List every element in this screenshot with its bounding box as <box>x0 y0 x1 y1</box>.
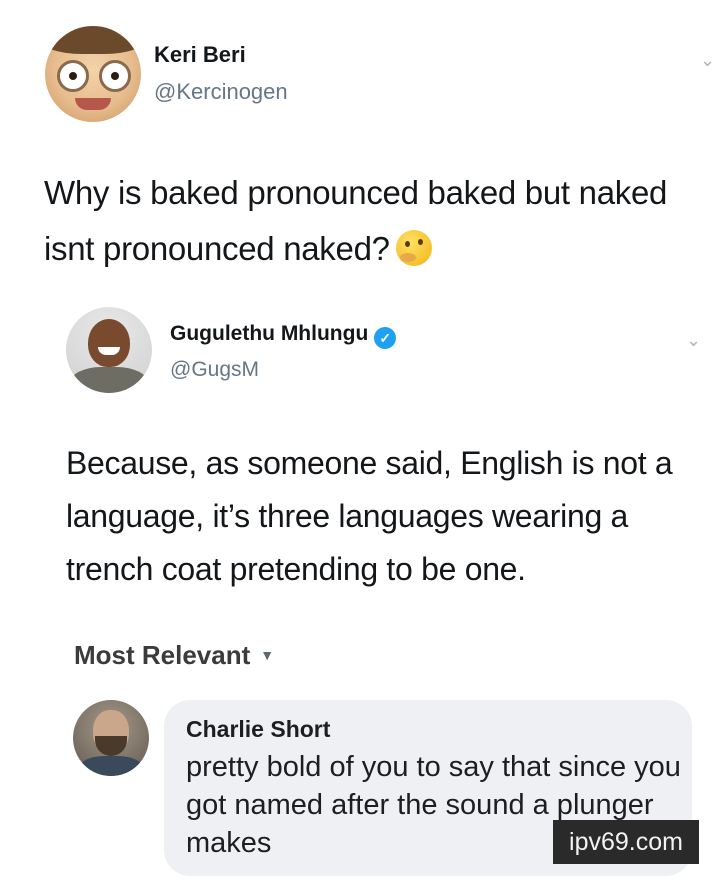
avatar-face <box>88 319 130 367</box>
comment-sort-dropdown[interactable]: Most Relevant ▼ <box>74 640 274 671</box>
avatar-gugulethu[interactable] <box>66 307 152 393</box>
comment-author-name[interactable]: Charlie Short <box>186 716 330 743</box>
tweet-menu-chevron-down-icon[interactable]: ⌄ <box>700 50 715 71</box>
reply-text: Because, as someone said, English is not… <box>66 445 673 587</box>
tweet-author-handle[interactable]: @Kercinogen <box>154 79 288 105</box>
avatar-mouth <box>75 98 111 110</box>
avatar-eye-left <box>57 60 89 92</box>
verified-badge-icon: ✓ <box>374 327 397 349</box>
avatar-keri-beri[interactable] <box>45 26 141 122</box>
avatar-shirt <box>79 756 143 776</box>
avatar-eye-right <box>99 60 131 92</box>
avatar-hair <box>45 26 141 54</box>
watermark: ipv69.com <box>553 820 699 864</box>
thinking-face-icon <box>395 230 432 266</box>
tweet-text-body: Why is baked pronounced baked but naked … <box>44 174 668 267</box>
comment-sort-label: Most Relevant <box>74 640 251 670</box>
tweet-author-name[interactable]: Keri Beri <box>154 42 246 68</box>
avatar-beard <box>95 736 127 756</box>
tweet-text: Why is baked pronounced baked but naked … <box>44 165 694 277</box>
avatar-body <box>70 367 148 393</box>
reply-author-name-text: Gugulethu Mhlungu <box>170 322 369 345</box>
chevron-down-icon: ▼ <box>260 647 275 663</box>
reply-author-name[interactable]: Gugulethu Mhlungu ✓ <box>170 322 397 349</box>
reply-menu-chevron-down-icon[interactable]: ⌄ <box>686 330 701 351</box>
reply-author-handle[interactable]: @GugsM <box>170 358 259 382</box>
avatar-charlie-short[interactable] <box>73 700 149 776</box>
